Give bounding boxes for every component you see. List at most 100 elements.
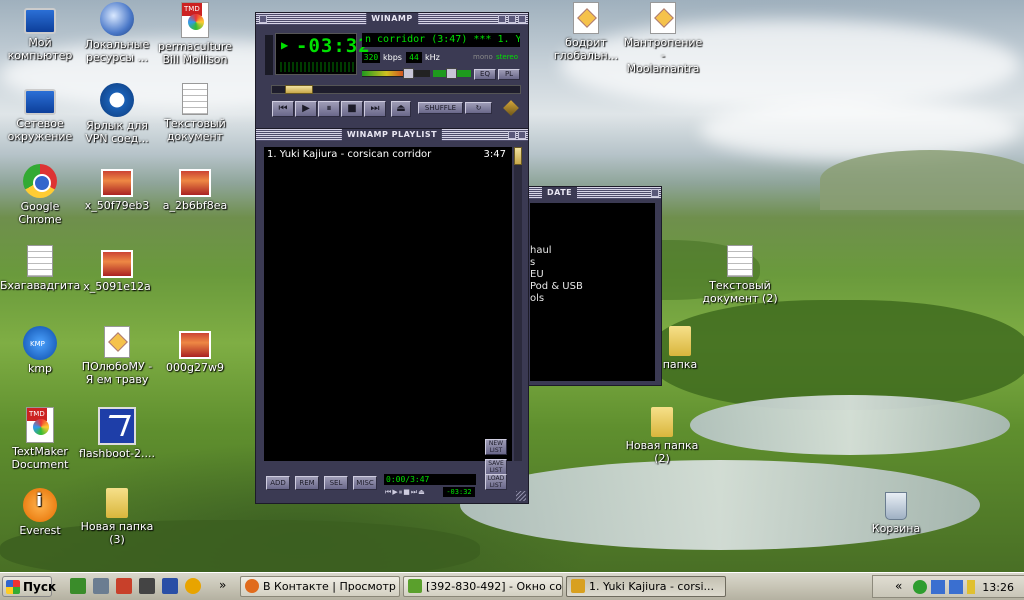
quicklaunch-icon[interactable] bbox=[185, 578, 201, 594]
volume-slider[interactable] bbox=[362, 68, 430, 79]
playlist-scroll-thumb[interactable] bbox=[514, 147, 522, 165]
winamp-menu-icon[interactable] bbox=[259, 15, 267, 23]
start-button[interactable]: Пуск bbox=[2, 576, 56, 597]
seek-bar[interactable] bbox=[271, 85, 521, 94]
close-icon[interactable] bbox=[651, 189, 659, 197]
desktop-icon-kmp[interactable]: kmp bbox=[0, 326, 80, 375]
desktop-icon-new-folder-3[interactable]: Новая папка (3) bbox=[77, 488, 157, 546]
kbps-label: kbps bbox=[383, 53, 402, 62]
next-button[interactable]: ⏭ bbox=[364, 101, 386, 117]
close-icon[interactable] bbox=[518, 15, 526, 23]
desktop-icon-a-2b6bf8ea[interactable]: a_2b6bf8ea bbox=[155, 164, 235, 212]
taskbar-task[interactable]: В Контакте | Просмотр ... bbox=[240, 576, 400, 597]
desktop-icon-everest[interactable]: Everest bbox=[0, 488, 80, 537]
playlist-misc-button[interactable]: MISC bbox=[353, 476, 377, 490]
shade-icon[interactable] bbox=[508, 131, 516, 139]
clutterbar[interactable] bbox=[265, 35, 273, 75]
bitrate-display: 320 bbox=[362, 52, 380, 63]
background-window-titlebar[interactable]: DATE bbox=[528, 187, 661, 199]
visualizer[interactable] bbox=[280, 62, 354, 72]
playlist-add-button[interactable]: ADD bbox=[266, 476, 290, 490]
eject-button[interactable]: ⏏ bbox=[391, 101, 411, 117]
network-icon[interactable] bbox=[931, 580, 945, 594]
playlist-mini-transport[interactable]: ⏮▶⏸■⏭⏏ bbox=[385, 488, 441, 497]
desktop-icon-permaculture[interactable]: permaculture Bill Mollison bbox=[155, 2, 235, 66]
background-window[interactable]: DATE haul s EU Pod & USB ols bbox=[527, 186, 662, 386]
desktop-icon-my-computer[interactable]: Мой компьютер bbox=[0, 2, 80, 62]
desktop-icon-local-resources[interactable]: Локальные ресурсы ... bbox=[77, 2, 157, 64]
load-list-button[interactable]: LOAD LIST bbox=[485, 474, 507, 490]
tray-expand-icon[interactable]: « bbox=[895, 579, 902, 593]
image-file-icon bbox=[101, 169, 133, 197]
eq-toggle-button[interactable]: EQ bbox=[474, 69, 496, 80]
tray-app-icon[interactable] bbox=[913, 580, 927, 594]
quicklaunch-icon[interactable] bbox=[70, 578, 86, 594]
new-list-button[interactable]: NEW LIST bbox=[485, 439, 507, 455]
desktop-icon-network-places[interactable]: Сетевое окружение bbox=[0, 83, 80, 143]
background-window-line: s bbox=[530, 257, 536, 268]
desktop-icon-new-folder-2[interactable]: Новая папка (2) bbox=[622, 407, 702, 465]
desktop-icon-text-document-2[interactable]: Текстовый документ (2) bbox=[700, 245, 780, 305]
desktop-icon-moolamantra[interactable]: Мантропение - Moolamantra bbox=[623, 2, 703, 75]
text-document-icon bbox=[27, 245, 53, 277]
desktop-icon-google-chrome[interactable]: Google Chrome bbox=[0, 164, 80, 226]
image-file-icon bbox=[101, 250, 133, 278]
playlist-sel-button[interactable]: SEL bbox=[324, 476, 348, 490]
taskbar-task-active[interactable]: 1. Yuki Kajiura - corsi... bbox=[566, 576, 726, 597]
desktop-icon-recycle-bin[interactable]: Корзина bbox=[856, 488, 936, 535]
desktop-icon-vpn-shortcut[interactable]: Ярлык для VPN соед... bbox=[77, 83, 157, 145]
recycle-bin-icon bbox=[885, 492, 907, 520]
playlist-position-display: 0:00/3:47 bbox=[384, 474, 476, 485]
desktop-icon-x-5091e12a[interactable]: x_5091e12a bbox=[77, 245, 157, 293]
playlist-track-list[interactable]: 1. Yuki Kajiura - corsican corridor 3:47 bbox=[264, 147, 512, 461]
playlist-rem-button[interactable]: REM bbox=[295, 476, 319, 490]
time-display[interactable]: ▶ -03:32 bbox=[275, 33, 370, 75]
desktop-icon-text-document[interactable]: Текстовый документ bbox=[155, 83, 235, 143]
previous-button[interactable]: ⏮ bbox=[272, 101, 294, 117]
power-icon[interactable] bbox=[967, 580, 975, 594]
winamp-titlebar[interactable]: WINAMP bbox=[256, 13, 528, 25]
quicklaunch-icon[interactable] bbox=[93, 578, 109, 594]
wallpaper-river bbox=[690, 395, 1010, 455]
desktop-icon-000g27w9[interactable]: 000g27w9 bbox=[155, 326, 235, 374]
quicklaunch-icon[interactable] bbox=[139, 578, 155, 594]
desktop-icon-textmaker-document[interactable]: TextMaker Document bbox=[0, 407, 80, 471]
quicklaunch-icon[interactable] bbox=[162, 578, 178, 594]
playlist-titlebar[interactable]: WINAMP PLAYLIST bbox=[256, 129, 528, 141]
song-ticker[interactable]: n corridor (3:47) *** 1. Yuki Kajiura bbox=[362, 33, 520, 47]
stop-button[interactable]: ■ bbox=[341, 101, 363, 117]
repeat-button[interactable]: ↻ bbox=[465, 102, 492, 114]
quicklaunch-chevron-icon[interactable]: » bbox=[219, 578, 226, 592]
desktop-icon-bhagavadgita[interactable]: Бхагавадгита bbox=[0, 245, 80, 292]
eject-icon[interactable]: ⏏ bbox=[418, 488, 426, 496]
desktop-icon-x-50f79eb3[interactable]: x_50f79eb3 bbox=[77, 164, 157, 212]
desktop-icon-flashboot[interactable]: flashboot-2.... bbox=[77, 407, 157, 460]
winamp-playlist-window[interactable]: WINAMP PLAYLIST 1. Yuki Kajiura - corsic… bbox=[255, 128, 529, 504]
winamp-logo-icon[interactable] bbox=[503, 100, 519, 116]
stop-icon[interactable]: ■ bbox=[403, 488, 411, 496]
winamp-main-window[interactable]: WINAMP ▶ -03:32 n corridor (3:47) *** 1.… bbox=[255, 12, 529, 129]
close-icon[interactable] bbox=[518, 131, 526, 139]
minimize-icon[interactable] bbox=[498, 15, 506, 23]
save-list-button[interactable]: SAVE LIST bbox=[485, 459, 507, 475]
playlist-track-row[interactable]: 1. Yuki Kajiura - corsican corridor 3:47 bbox=[264, 147, 512, 162]
pause-button[interactable]: ⏸ bbox=[318, 101, 340, 117]
shuffle-button[interactable]: SHUFFLE bbox=[418, 102, 463, 114]
play-icon: ▶ bbox=[302, 103, 310, 114]
quicklaunch-icon[interactable] bbox=[116, 578, 132, 594]
desktop-icon-polubomu[interactable]: ПОлюбоМУ - Я ем траву bbox=[77, 326, 157, 386]
balance-slider[interactable] bbox=[433, 68, 471, 79]
playlist-toggle-button[interactable]: PL bbox=[498, 69, 520, 80]
seek-thumb[interactable] bbox=[285, 85, 313, 94]
playlist-scrollbar[interactable] bbox=[514, 147, 522, 461]
taskbar-task[interactable]: [392-830-492] - Окно со... bbox=[403, 576, 563, 597]
shade-icon[interactable] bbox=[508, 15, 516, 23]
network-icon[interactable] bbox=[949, 580, 963, 594]
balance-thumb[interactable] bbox=[446, 68, 457, 79]
play-button[interactable]: ▶ bbox=[295, 101, 317, 117]
volume-thumb[interactable] bbox=[403, 68, 414, 79]
repeat-icon: ↻ bbox=[475, 104, 482, 112]
resize-grip-icon[interactable] bbox=[516, 491, 526, 501]
clock[interactable]: 13:26 bbox=[982, 581, 1014, 594]
desktop-icon-bodrit[interactable]: бодрит глобальн... bbox=[546, 2, 626, 62]
